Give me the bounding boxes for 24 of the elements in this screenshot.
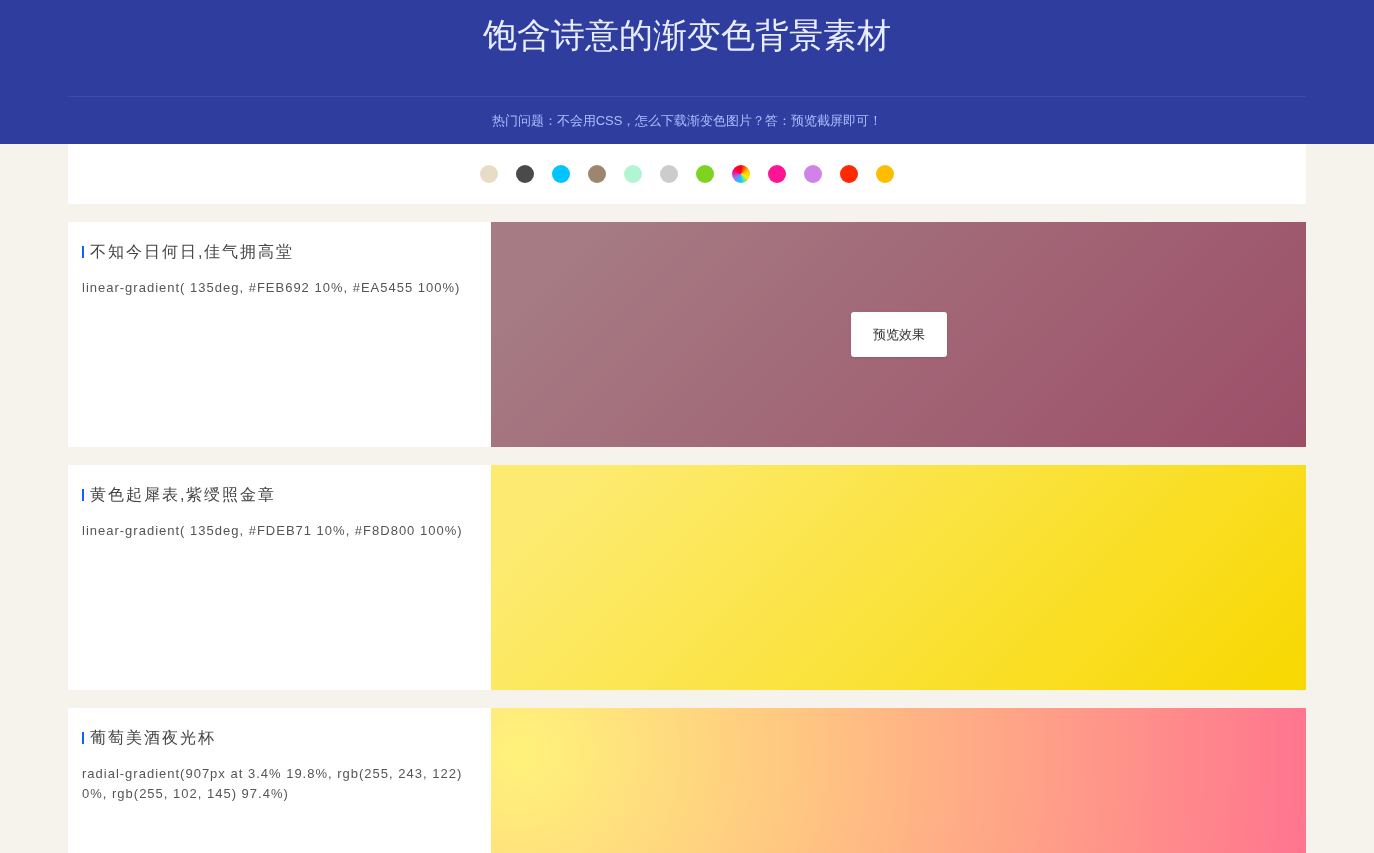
title-marker-icon	[82, 732, 84, 744]
gradient-title: 黄色起犀表,紫绶照金章	[90, 485, 277, 505]
color-filter-swatch[interactable]	[732, 165, 750, 183]
color-filter-swatch[interactable]	[480, 165, 498, 183]
gradient-title: 不知今日何日,佳气拥高堂	[90, 242, 295, 262]
gradient-title: 葡萄美酒夜光杯	[90, 728, 216, 748]
color-filter-swatch[interactable]	[696, 165, 714, 183]
color-filter-swatch[interactable]	[552, 165, 570, 183]
gradient-code: linear-gradient( 135deg, #FEB692 10%, #EA5455 100%)	[82, 279, 462, 297]
color-filter-swatch[interactable]	[588, 165, 606, 183]
title-marker-icon	[82, 246, 84, 258]
color-filter-swatch[interactable]	[876, 165, 894, 183]
gradient-code: radial-gradient(907px at 3.4% 19.8%, rgb(255, 243, 122) 0%, rgb(255, 102, 145) 97.4%)	[82, 765, 464, 803]
preview-button[interactable]: 预览效果	[850, 311, 947, 358]
title-marker-icon	[82, 489, 84, 501]
color-filter-swatch[interactable]	[660, 165, 678, 183]
color-filter-swatch[interactable]	[840, 165, 858, 183]
color-filter-swatch[interactable]	[804, 165, 822, 183]
page-title: 饱含诗意的渐变色背景素材	[483, 14, 891, 57]
gradient-code: linear-gradient( 135deg, #FDEB71 10%, #F8D800 100%)	[82, 522, 464, 540]
notice-text: 热门问题：不会用CSS，怎么下载渐变色图片？答：预览截屏即可！	[491, 111, 883, 130]
color-filter-swatch[interactable]	[768, 165, 786, 183]
color-filter-swatch[interactable]	[516, 165, 534, 183]
color-filter-swatch[interactable]	[624, 165, 642, 183]
